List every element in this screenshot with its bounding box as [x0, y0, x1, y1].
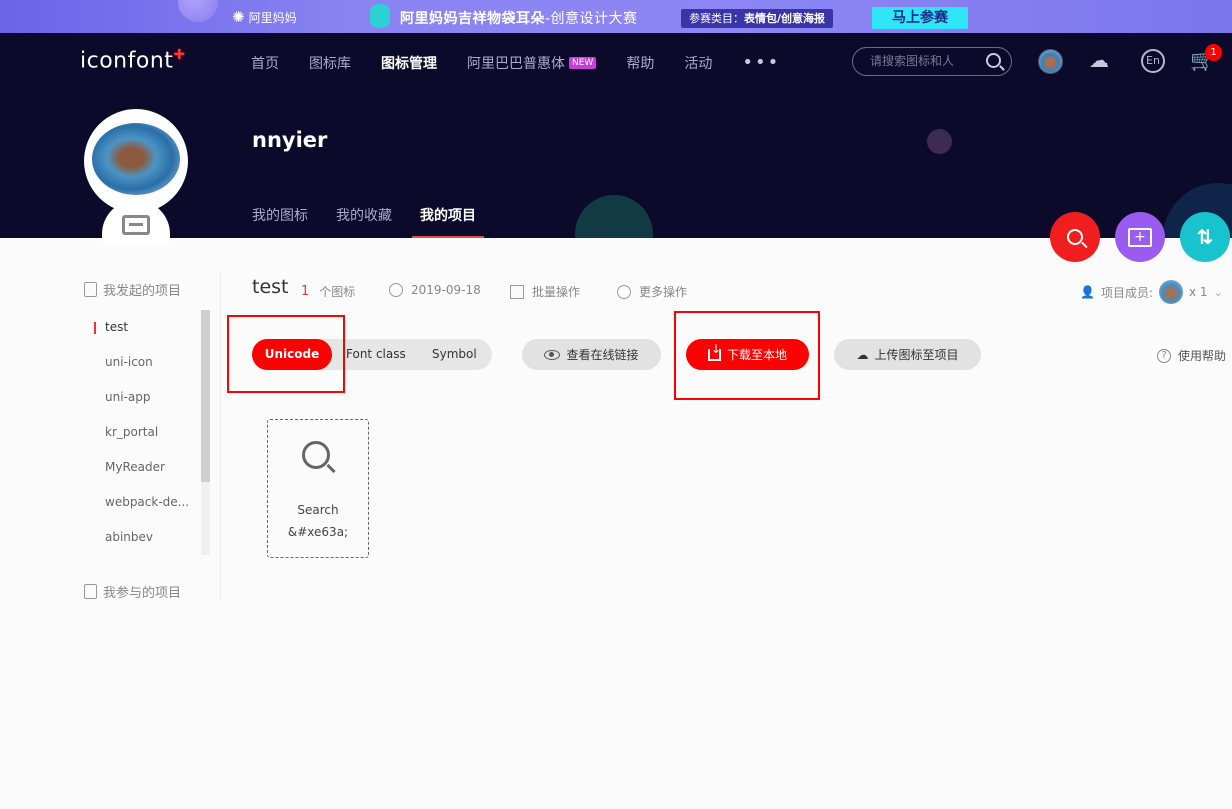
cart-count-badge: 1 [1205, 44, 1222, 61]
nav-home[interactable]: 首页 [251, 53, 279, 73]
language-switch-icon[interactable]: En [1141, 49, 1165, 73]
alimama-star-icon: ✺ [232, 8, 245, 26]
upload-cloud-icon[interactable]: ☁ [1089, 48, 1109, 72]
view-online-link-button[interactable]: 查看在线链接 [522, 339, 661, 370]
usage-help-link[interactable]: ? 使用帮助 [1157, 347, 1226, 364]
tab-symbol[interactable]: Symbol [432, 339, 477, 370]
list-item[interactable]: MyReader [105, 460, 165, 474]
tab-my-favorites[interactable]: 我的收藏 [336, 205, 392, 238]
eye-icon [544, 349, 561, 360]
more-menu-icon[interactable]: ••• [742, 53, 780, 73]
ellipsis-circle-icon [617, 284, 631, 299]
list-item[interactable]: webpack-de... [105, 495, 189, 509]
promo-banner[interactable]: ✺ 阿里妈妈 阿里妈妈吉祥物袋耳朵-创意设计大赛 参赛类目：表情包/创意海报 马上… [0, 0, 1232, 33]
project-members[interactable]: 👤 项目成员: x 1 ⌄ [1080, 280, 1223, 304]
logo-plus-icon: ✚ [173, 47, 186, 63]
avatar-photo [92, 123, 180, 195]
profile-avatar[interactable] [84, 109, 188, 213]
list-item[interactable]: abinbev [105, 530, 153, 544]
project-list: test uni-icon uni-app kr_portal MyReader… [80, 310, 210, 555]
list-item[interactable]: uni-app [105, 390, 150, 404]
upload-cloud-icon: ☁ [856, 347, 869, 362]
clock-icon [389, 283, 403, 297]
nav-activity[interactable]: 活动 [684, 53, 712, 73]
grid-icon [510, 284, 524, 299]
alimama-logo: ✺ 阿里妈妈 [232, 8, 297, 26]
scrollbar-thumb[interactable] [201, 310, 210, 482]
decorative-circle [927, 129, 952, 154]
banner-title: 阿里妈妈吉祥物袋耳朵-创意设计大赛 [400, 11, 638, 27]
nav-help[interactable]: 帮助 [626, 53, 654, 73]
search-icon[interactable] [986, 53, 1001, 68]
icon-count: 1 个图标 [301, 284, 356, 299]
member-avatar [1159, 280, 1183, 304]
tab-font-class[interactable]: Font class [346, 339, 406, 370]
sort-fab-button[interactable]: ⇅ [1180, 212, 1230, 262]
folder-add-icon: + [1128, 227, 1152, 247]
id-card-icon [122, 215, 150, 235]
banner-category: 参赛类目：表情包/创意海报 [681, 9, 834, 28]
tab-my-projects[interactable]: 我的项目 [412, 205, 484, 238]
search-icon [302, 441, 330, 469]
list-item[interactable]: test [105, 320, 128, 334]
decorative-circle [575, 195, 653, 238]
more-ops-button[interactable]: 更多操作 [617, 283, 687, 300]
main-nav: 首页 图标库 图标管理 阿里巴巴普惠体 NEW 帮助 活动 ••• [251, 53, 810, 73]
active-indicator [94, 322, 96, 334]
decorative-bubble [178, 0, 218, 22]
nav-icon-library[interactable]: 图标库 [309, 53, 351, 73]
list-item[interactable]: kr_portal [105, 425, 158, 439]
document-search-icon [84, 584, 97, 599]
project-list-scrollbar[interactable] [201, 310, 210, 555]
search-input[interactable]: 请搜索图标和人 [852, 47, 1012, 76]
nav-puhuiti[interactable]: 阿里巴巴普惠体 NEW [467, 53, 597, 73]
user-avatar[interactable] [1038, 49, 1063, 74]
project-title: test [252, 276, 289, 298]
chevron-down-icon: ⌄ [1213, 285, 1223, 299]
sort-arrows-icon: ⇅ [1196, 225, 1214, 249]
highlight-box-unicode [227, 315, 345, 393]
mascot-icon [370, 4, 390, 28]
search-fab-button[interactable] [1050, 212, 1100, 262]
icon-card[interactable]: Search &#xe63a; [267, 419, 369, 558]
new-project-fab-button[interactable]: + [1115, 212, 1165, 262]
help-icon: ? [1157, 348, 1171, 363]
project-date: 2019-09-18 [389, 283, 481, 297]
batch-ops-button[interactable]: 批量操作 [510, 283, 580, 300]
search-icon [1067, 229, 1083, 245]
tab-my-icons[interactable]: 我的图标 [252, 205, 308, 238]
icon-name: Search [297, 503, 339, 517]
join-contest-button[interactable]: 马上参赛 [872, 7, 968, 29]
list-item[interactable]: uni-icon [105, 355, 153, 369]
document-edit-icon [84, 282, 97, 297]
profile-tabs: 我的图标 我的收藏 我的项目 [252, 205, 504, 238]
project-sidebar: 我发起的项目 test uni-icon uni-app kr_portal M… [80, 270, 221, 601]
new-badge: NEW [569, 57, 597, 69]
iconfont-logo[interactable]: iconfont✚ [80, 47, 186, 73]
my-projects-heading: 我发起的项目 [84, 280, 181, 299]
site-header: iconfont✚ 首页 图标库 图标管理 阿里巴巴普惠体 NEW 帮助 活动 •… [0, 33, 1232, 238]
user-icon: 👤 [1080, 285, 1095, 299]
icon-code: &#xe63a; [287, 525, 349, 539]
upload-icons-button[interactable]: ☁ 上传图标至项目 [834, 339, 981, 370]
profile-username: nnyier [252, 128, 328, 152]
highlight-box-download [674, 311, 820, 400]
nav-icon-management[interactable]: 图标管理 [381, 53, 437, 73]
participated-projects-heading[interactable]: 我参与的项目 [84, 582, 181, 601]
